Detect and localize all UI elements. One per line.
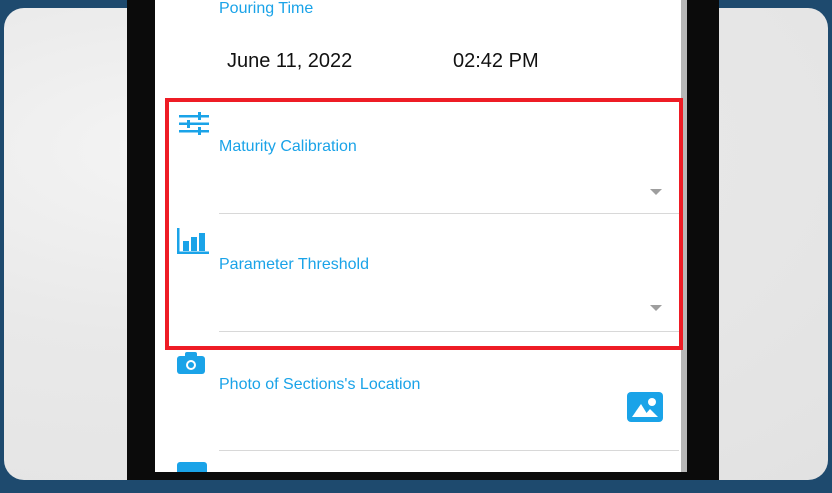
pouring-time-label: Pouring Time	[219, 0, 314, 17]
highlight-box	[165, 98, 683, 350]
photo-divider	[219, 450, 679, 451]
next-field-icon	[177, 462, 207, 472]
image-icon[interactable]	[627, 392, 663, 422]
pouring-time[interactable]: 02:42 PM	[453, 50, 539, 73]
camera-icon	[177, 352, 205, 374]
bottom-band	[0, 480, 832, 493]
photo-location-label: Photo of Sections's Location	[219, 376, 421, 393]
pouring-date[interactable]: June 11, 2022	[227, 50, 352, 73]
